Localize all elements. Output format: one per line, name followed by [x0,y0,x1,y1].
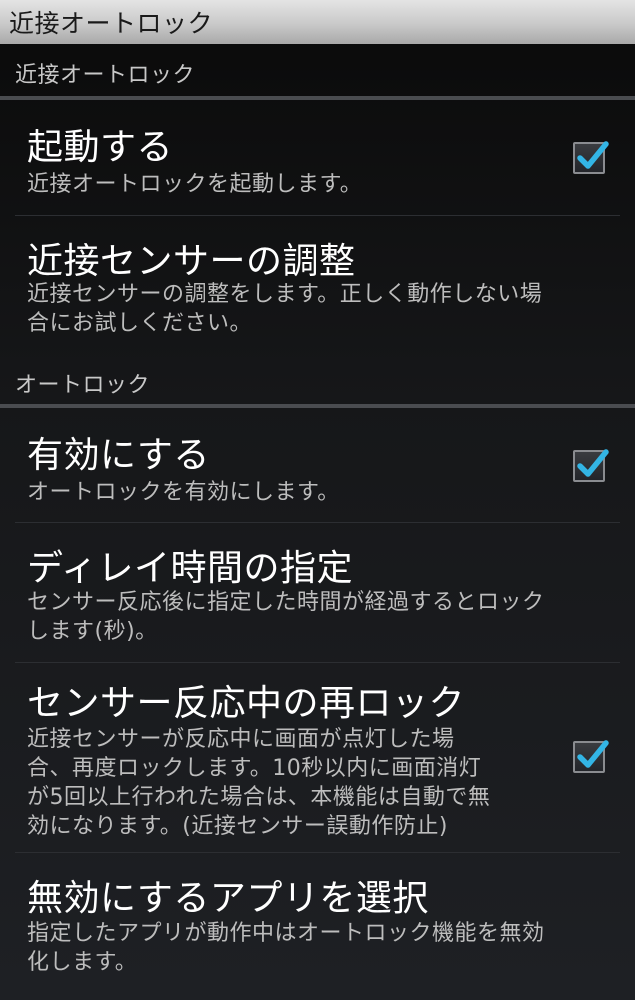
summary-line: 合にお試しください。 [27,311,253,336]
pref-sensor-calibration[interactable]: 近接センサーの調整 近接センサーの調整をします。正しく動作しない場 合にお試しく… [0,216,635,356]
category-proximity-autolock: 近接オートロック [0,44,635,100]
category-autolock: オートロック [0,356,635,410]
checkmark-icon [577,740,609,768]
summary-line: が5回以上行われた場合は、本機能は自動で無 [27,785,491,810]
launch-checkbox[interactable] [573,141,609,174]
summary-line: 効になります。(近接センサー誤動作防止) [27,814,448,839]
pref-relock-while-sensing[interactable]: センサー反応中の再ロック 近接センサーが反応中に画面が点灯した場 合、再度ロック… [0,663,635,853]
pref-delay-time[interactable]: ディレイ時間の指定 センサー反応後に指定した時間が経過するとロック します(秒)… [0,523,635,663]
pref-summary: 近接オートロックを起動します。 [27,170,362,199]
enable-checkbox[interactable] [573,449,609,482]
pref-summary: 近接センサーが反応中に画面が点灯した場 合、再度ロックします。10秒以内に画面消… [27,725,490,841]
pref-title: ディレイ時間の指定 [27,548,353,589]
title-bar: 近接オートロック [0,0,635,44]
summary-line: 近接センサーの調整をします。正しく動作しない場 [27,282,543,307]
pref-title: 近接センサーの調整 [27,241,356,282]
relock-checkbox[interactable] [573,740,609,773]
summary-line: 指定したアプリが動作中はオートロック機能を無効 [27,921,545,946]
pref-summary: センサー反応後に指定した時間が経過するとロック します(秒)。 [27,588,545,646]
pref-title: 無効にするアプリを選択 [27,878,429,919]
summary-line: 合、再度ロックします。10秒以内に画面消灯 [27,756,482,781]
summary-line: センサー反応後に指定した時間が経過するとロック [27,590,545,615]
pref-enable[interactable]: 有効にする オートロックを有効にします。 [0,408,635,523]
app-title: 近接オートロック [9,9,214,38]
pref-select-excluded-apps[interactable]: 無効にするアプリを選択 指定したアプリが動作中はオートロック機能を無効 化します… [0,853,635,1000]
pref-title: 有効にする [27,435,210,476]
summary-line: オートロックを有効にします。 [27,480,340,505]
checkmark-icon [577,449,609,477]
summary-line: 近接オートロックを起動します。 [27,172,363,197]
category-label: 近接オートロック [15,63,196,88]
pref-summary: 指定したアプリが動作中はオートロック機能を無効 化します。 [27,919,545,977]
pref-launch[interactable]: 起動する 近接オートロックを起動します。 [0,100,635,216]
pref-title: 起動する [27,127,174,168]
pref-summary: オートロックを有効にします。 [27,478,340,507]
summary-line: 化します。 [27,950,138,975]
summary-line: 近接センサーが反応中に画面が点灯した場 [27,727,455,752]
category-label: オートロック [15,373,151,398]
checkmark-icon [577,141,609,169]
summary-line: します(秒)。 [27,619,158,644]
pref-summary: 近接センサーの調整をします。正しく動作しない場 合にお試しください。 [27,280,542,338]
pref-title: センサー反応中の再ロック [27,683,466,724]
